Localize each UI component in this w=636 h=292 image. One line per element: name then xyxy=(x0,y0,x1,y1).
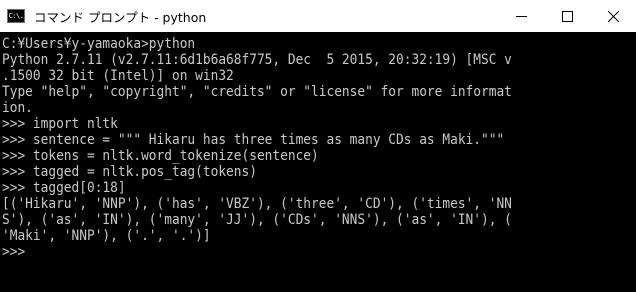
close-icon xyxy=(607,10,619,22)
console-line: >>> sentence = """ Hikaru has three time… xyxy=(2,132,505,148)
console-line: [('Hikaru', 'NNP'), ('has', 'VBZ'), ('th… xyxy=(2,196,512,212)
console-line: .1500 32 bit (Intel)] on win32 xyxy=(2,68,234,84)
console-line: 'Maki', 'NNP'), ('.', '.')] xyxy=(2,228,211,244)
maximize-icon xyxy=(561,10,573,22)
console-lines: C:¥Users¥y-yamaoka>python Python 2.7.11 … xyxy=(0,32,636,260)
title-bar[interactable]: C:\. コマンド プロンプト - python xyxy=(0,0,636,32)
minimize-button[interactable] xyxy=(498,0,544,32)
console-line: >>> tagged[0:18] xyxy=(2,180,126,196)
window-title: コマンド プロンプト - python xyxy=(34,9,207,25)
command-prompt-icon: C:\. xyxy=(7,9,25,23)
console-line: ion. xyxy=(2,100,33,116)
window-controls xyxy=(498,0,636,32)
maximize-button[interactable] xyxy=(544,0,590,32)
console-line: S'), ('as', 'IN'), ('many', 'JJ'), ('CDs… xyxy=(2,212,512,228)
console-line: Type "help", "copyright", "credits" or "… xyxy=(2,84,512,100)
close-button[interactable] xyxy=(590,0,636,32)
console-line: C:¥Users¥y-yamaoka>python xyxy=(2,36,196,52)
console-output[interactable]: C:¥Users¥y-yamaoka>python Python 2.7.11 … xyxy=(0,32,636,292)
console-line: Python 2.7.11 (v2.7.11:6d1b6a68f775, Dec… xyxy=(2,52,512,68)
minimize-icon xyxy=(515,11,527,22)
console-line: >>> tagged = nltk.pos_tag(tokens) xyxy=(2,164,257,180)
console-prompt-line[interactable]: >>> xyxy=(2,244,636,260)
console-line: >>> tokens = nltk.word_tokenize(sentence… xyxy=(2,148,319,164)
command-prompt-window: C:\. コマンド プロンプト - python C:¥Users¥y-yama… xyxy=(0,0,636,292)
console-line: >>> import nltk xyxy=(2,116,118,132)
